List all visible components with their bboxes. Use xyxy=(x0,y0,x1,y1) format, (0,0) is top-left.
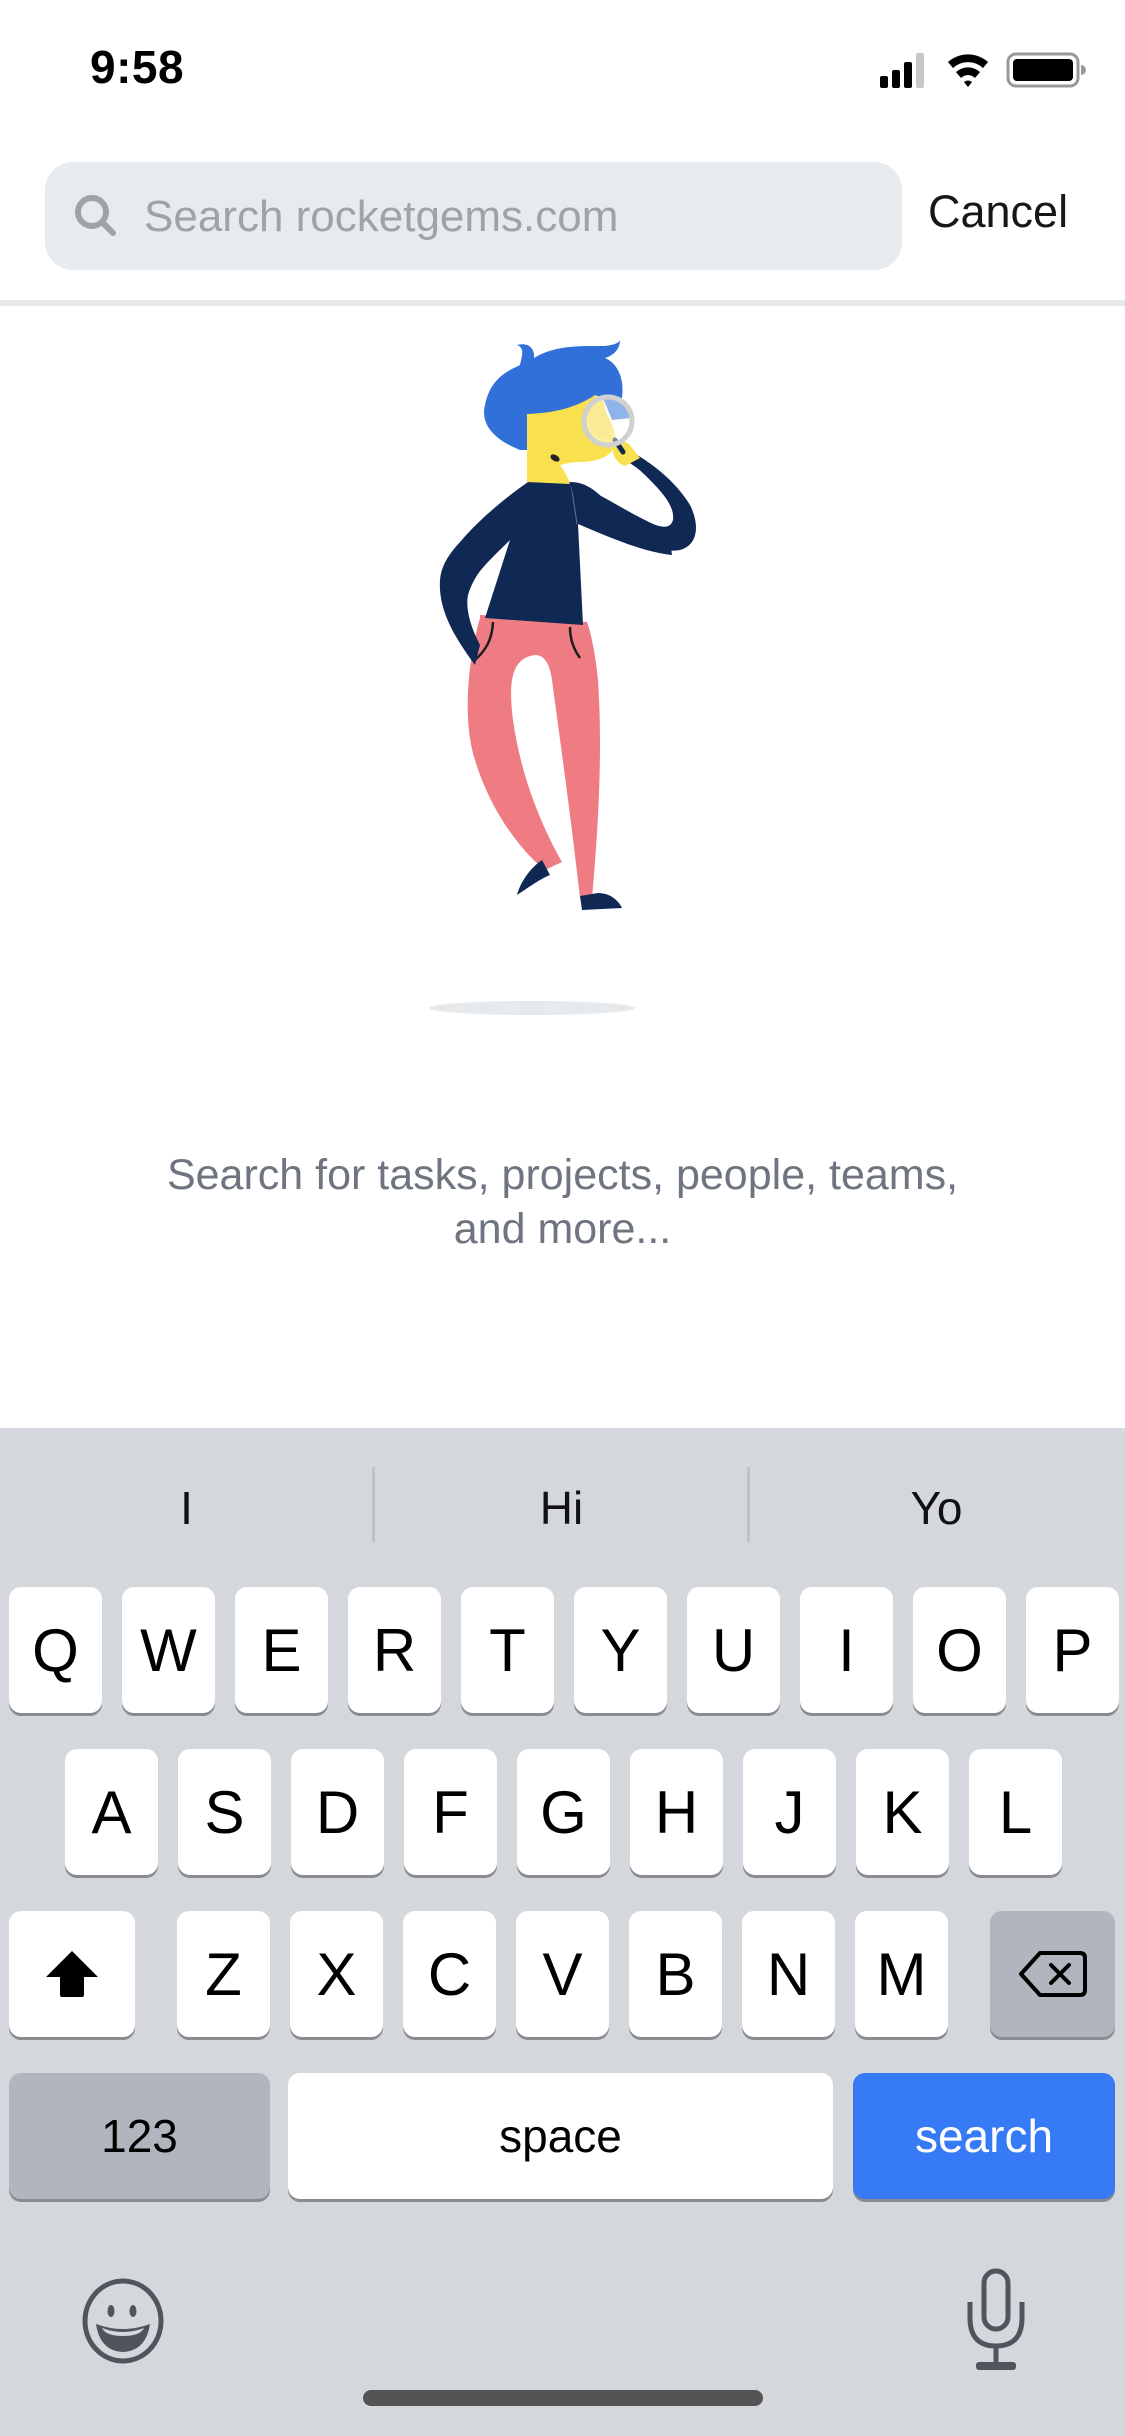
key-i[interactable]: I xyxy=(800,1587,893,1713)
front-shoe xyxy=(580,893,622,910)
battery-icon xyxy=(1006,52,1086,88)
key-n[interactable]: N xyxy=(742,1911,835,2037)
empty-state-line-2: and more... xyxy=(453,1205,672,1253)
key-m[interactable]: M xyxy=(855,1911,948,2037)
key-s[interactable]: S xyxy=(178,1749,271,1875)
torso xyxy=(442,482,672,625)
empty-state-line-1: Search for tasks, projects, people, team… xyxy=(166,1151,959,1199)
key-q[interactable]: Q xyxy=(9,1587,102,1713)
key-h[interactable]: H xyxy=(630,1749,723,1875)
wifi-icon xyxy=(948,54,988,87)
suggestion-1[interactable]: I xyxy=(0,1458,373,1558)
key-o[interactable]: O xyxy=(913,1587,1006,1713)
ground-shadow xyxy=(429,1001,635,1015)
suggestion-3[interactable]: Yo xyxy=(750,1458,1123,1558)
shift-arrow-icon xyxy=(46,1951,98,1997)
suggestion-2[interactable]: Hi xyxy=(375,1458,748,1558)
key-z[interactable]: Z xyxy=(177,1911,270,2037)
key-y[interactable]: Y xyxy=(574,1587,667,1713)
key-f[interactable]: F xyxy=(404,1749,497,1875)
header-divider xyxy=(0,300,1125,306)
shift-key[interactable] xyxy=(9,1911,135,2037)
search-icon xyxy=(75,195,116,236)
empty-state-message: Search for tasks, projects, people, team… xyxy=(0,1148,1125,1256)
key-c[interactable]: C xyxy=(403,1911,496,2037)
key-r[interactable]: R xyxy=(348,1587,441,1713)
key-e[interactable]: E xyxy=(235,1587,328,1713)
pants xyxy=(467,615,600,898)
empty-state-illustration xyxy=(429,340,696,1015)
key-p[interactable]: P xyxy=(1026,1587,1119,1713)
key-u[interactable]: U xyxy=(687,1587,780,1713)
key-w[interactable]: W xyxy=(122,1587,215,1713)
backspace-icon xyxy=(1018,1951,1087,1997)
cancel-button[interactable]: Cancel xyxy=(928,186,1068,238)
home-indicator xyxy=(363,2390,763,2406)
key-k[interactable]: K xyxy=(856,1749,949,1875)
status-icons xyxy=(880,52,1086,88)
search-return-key[interactable]: search xyxy=(853,2073,1115,2199)
space-key[interactable]: space xyxy=(288,2073,833,2199)
search-field[interactable] xyxy=(45,162,902,272)
microphone-icon[interactable] xyxy=(960,2266,1032,2376)
numbers-key[interactable]: 123 xyxy=(9,2073,270,2199)
cellular-signal-icon xyxy=(880,53,924,88)
search-input[interactable] xyxy=(142,162,886,272)
key-b[interactable]: B xyxy=(629,1911,722,2037)
key-x[interactable]: X xyxy=(290,1911,383,2037)
delete-key[interactable] xyxy=(990,1911,1115,2037)
key-j[interactable]: J xyxy=(743,1749,836,1875)
key-g[interactable]: G xyxy=(517,1749,610,1875)
key-d[interactable]: D xyxy=(291,1749,384,1875)
key-l[interactable]: L xyxy=(969,1749,1062,1875)
key-v[interactable]: V xyxy=(516,1911,609,2037)
key-t[interactable]: T xyxy=(461,1587,554,1713)
keyboard: I Hi Yo QWERTYUIOP ASDFGHJKL ZXCVBNM 123… xyxy=(0,1428,1125,2436)
key-a[interactable]: A xyxy=(65,1749,158,1875)
status-time: 9:58 xyxy=(90,41,185,93)
right-arm xyxy=(570,450,696,551)
emoji-icon[interactable] xyxy=(78,2276,168,2366)
